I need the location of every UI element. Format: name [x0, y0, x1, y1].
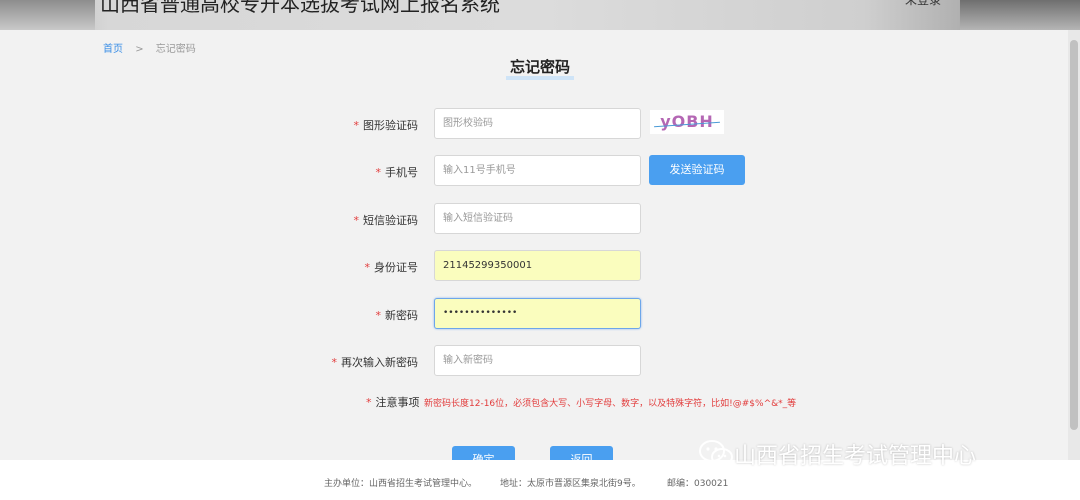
footer-sponsor: 主办单位：山西省招生考试管理中心。 [324, 479, 478, 489]
required-mark: * [331, 356, 338, 369]
breadcrumb-home-link[interactable]: 首页 [103, 44, 123, 55]
wechat-watermark: 山西省招生考试管理中心 [698, 436, 976, 472]
required-mark: * [353, 119, 360, 132]
new-password-label-text: 新密码 [385, 309, 418, 322]
id-number-input[interactable]: 21145299350001 [434, 250, 641, 281]
page-title-text: 忘记密码 [505, 59, 574, 80]
send-code-button[interactable]: 发送验证码 [649, 155, 745, 185]
sms-code-input[interactable]: 输入短信验证码 [434, 203, 641, 234]
required-mark: * [364, 261, 371, 274]
required-mark: * [375, 166, 382, 179]
site-title: 山西省普通高校专升本选拔考试网上报名系统 [100, 0, 500, 16]
scrollbar-thumb[interactable] [1070, 40, 1078, 430]
required-mark: * [366, 396, 372, 409]
new-password-input[interactable]: •••••••••••••• [434, 298, 641, 329]
confirm-password-input[interactable]: 输入新密码 [434, 345, 641, 376]
page-title: 忘记密码 [0, 58, 1080, 80]
breadcrumb-current: 忘记密码 [155, 44, 196, 55]
header-bar: 山西省普通高校专升本选拔考试网上报名系统 未登录 [0, 0, 1080, 30]
watermark-text: 山西省招生考试管理中心 [734, 444, 977, 469]
phone-label: * 手机号 [234, 164, 419, 180]
note-label-text: 注意事项 [375, 396, 420, 409]
sms-label: * 短信验证码 [234, 212, 419, 228]
password-rules-note: 新密码长度12-16位，必须包含大写、小写字母、数字，以及特殊字符，比如!@#$… [424, 399, 797, 409]
sms-label-text: 短信验证码 [363, 214, 418, 227]
confirm-password-label: * 再次输入新密码 [234, 354, 419, 370]
phone-input[interactable]: 输入11号手机号 [434, 155, 641, 186]
header-banner-right [960, 0, 1080, 30]
id-number-label: * 身份证号 [234, 259, 419, 275]
captcha-label: * 图形验证码 [234, 117, 419, 133]
captcha-label-text: 图形验证码 [363, 119, 418, 132]
captcha-image[interactable]: yOBH [650, 110, 724, 134]
footer-address: 地址：太原市晋源区集泉北街9号。 [500, 479, 641, 489]
phone-label-text: 手机号 [385, 166, 418, 179]
confirm-password-label-text: 再次输入新密码 [341, 356, 418, 369]
captcha-input[interactable]: 图形校验码 [434, 108, 641, 139]
new-password-label: * 新密码 [234, 307, 419, 323]
page-scrollbar[interactable] [1068, 30, 1080, 500]
breadcrumb: 首页 > 忘记密码 [103, 40, 196, 55]
breadcrumb-separator: > [135, 44, 144, 55]
id-number-label-text: 身份证号 [374, 261, 418, 274]
footer-postcode: 邮编：030021 [667, 479, 729, 489]
wechat-icon [699, 440, 733, 466]
required-mark: * [353, 214, 360, 227]
required-mark: * [375, 309, 382, 322]
header-banner-left [0, 0, 95, 30]
note-label: * 注意事项 [366, 394, 420, 410]
login-status-link[interactable]: 未登录 [905, 0, 941, 8]
